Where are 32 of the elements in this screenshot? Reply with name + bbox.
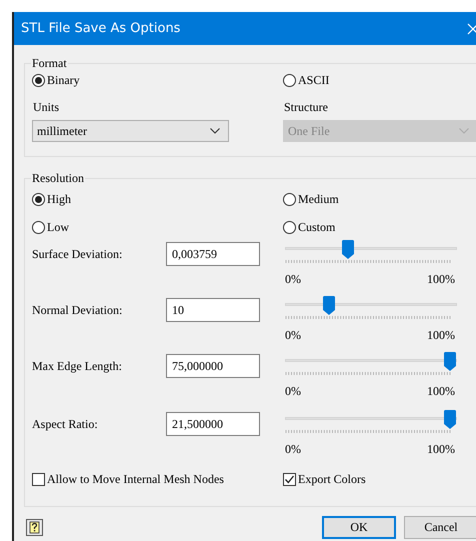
min-label: 0%	[285, 272, 301, 287]
field-label: Structure	[284, 100, 329, 115]
radio-label[interactable]: Custom	[298, 220, 336, 234]
radio-label[interactable]: ASCII	[298, 72, 330, 88]
radio-label[interactable]: Binary	[47, 72, 80, 88]
parameter-label: Max Edge Length:	[32, 358, 123, 374]
max-label: 100%	[427, 442, 455, 457]
radio-label[interactable]: Medium	[298, 192, 339, 206]
min-label: 0%	[285, 384, 301, 399]
max-label: 100%	[427, 384, 455, 399]
group-label: Format	[31, 56, 68, 71]
field-label: Units	[33, 100, 60, 115]
parameter-label: Normal Deviation:	[32, 302, 124, 318]
parameter-label: Surface Deviation:	[32, 246, 124, 262]
min-label: 0%	[285, 442, 301, 457]
dropdown[interactable]: millimeter	[32, 120, 229, 142]
dialog-button[interactable]: Cancel	[404, 516, 476, 539]
dialog-button[interactable]: OK	[322, 516, 396, 539]
group-label: Resolution	[31, 171, 86, 186]
input-field[interactable]: 75,000000	[166, 354, 260, 378]
input-field[interactable]: 0,003759	[166, 242, 260, 266]
radio-label[interactable]: Low	[47, 220, 69, 234]
radio-label[interactable]: High	[47, 192, 71, 206]
max-label: 100%	[427, 272, 455, 287]
window-title: STL File Save As Options	[21, 21, 180, 36]
input-field[interactable]: 10	[166, 298, 260, 322]
min-label: 0%	[285, 328, 301, 343]
max-label: 100%	[427, 328, 455, 343]
input-field[interactable]: 21,500000	[166, 412, 260, 436]
parameter-label: Aspect Ratio:	[32, 416, 99, 432]
checkbox-label[interactable]: Allow to Move Internal Mesh Nodes	[47, 472, 224, 486]
checkbox-label[interactable]: Export Colors	[298, 472, 366, 486]
